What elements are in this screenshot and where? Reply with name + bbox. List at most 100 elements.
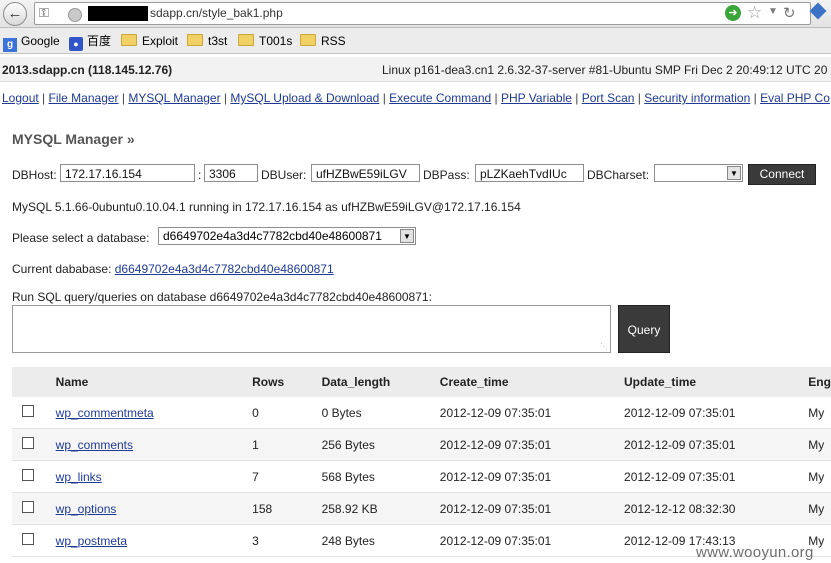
sql-query-label: Run SQL query/queries on database d66497… — [12, 290, 432, 304]
menu-port-scan[interactable]: Port Scan — [582, 91, 635, 105]
main-menu: Logout | File Manager | MYSQL Manager | … — [2, 91, 830, 105]
bookmark-baidu[interactable]: ● 百度 — [69, 33, 111, 51]
dbcharset-select[interactable]: ▼ — [654, 164, 743, 182]
baidu-paw-icon: ● — [69, 37, 83, 51]
create-time: 2012-12-09 07:35:01 — [439, 492, 625, 525]
star-icon[interactable]: ☆ — [747, 3, 762, 23]
port-input[interactable]: 3306 — [204, 164, 258, 182]
resize-grip-icon[interactable]: ⋱ — [600, 342, 608, 351]
engine: My — [808, 492, 831, 525]
table-header-row: Name Rows Data_length Create_time Update… — [12, 367, 831, 397]
extension-icon[interactable] — [809, 2, 827, 20]
select-database-label: Please select a database: — [12, 231, 150, 245]
row-checkbox[interactable] — [22, 405, 34, 417]
port-separator: : — [198, 168, 202, 182]
table-name-link[interactable]: wp_comments — [56, 438, 133, 452]
engine: My — [808, 397, 831, 429]
dbuser-label: DBUser: — [261, 168, 307, 182]
engine: My — [808, 428, 831, 461]
bookmarks-bar: g Google ● 百度 Exploit t3st T001s RSS — [0, 28, 831, 54]
menu-mysql-manager[interactable]: MYSQL Manager — [128, 91, 220, 105]
column-header-update-time[interactable]: Update_time — [624, 367, 809, 397]
menu-eval-php[interactable]: Eval PHP Co — [760, 91, 830, 105]
table-name-link[interactable]: wp_options — [56, 502, 117, 516]
bookmark-exploit[interactable]: Exploit — [121, 33, 178, 49]
table-name-link[interactable]: wp_links — [56, 470, 102, 484]
dbpass-input[interactable]: pLZKaehTvdIUc — [475, 164, 584, 182]
reload-icon[interactable]: ↻ — [783, 4, 796, 22]
folder-icon — [300, 34, 316, 46]
column-header-create-time[interactable]: Create_time — [439, 367, 625, 397]
chevron-down-icon[interactable]: ▼ — [768, 6, 778, 17]
key-icon: ⚿ — [39, 5, 49, 20]
table-name-link[interactable]: wp_commentmeta — [56, 406, 154, 420]
bookmark-t001s[interactable]: T001s — [238, 33, 292, 49]
row-count: 3 — [252, 524, 322, 557]
table-row: wp_links 7 568 Bytes 2012-12-09 07:35:01… — [12, 460, 831, 493]
menu-mysql-upload-download[interactable]: MySQL Upload & Download — [230, 91, 379, 105]
column-header-name[interactable]: Name — [55, 367, 253, 397]
chevron-down-icon: ▼ — [727, 166, 741, 180]
row-checkbox[interactable] — [22, 437, 34, 449]
sql-query-textarea[interactable]: ⋱ — [12, 305, 611, 353]
menu-execute-command[interactable]: Execute Command — [389, 91, 491, 105]
row-count: 7 — [252, 460, 322, 493]
update-time: 2012-12-09 07:35:01 — [624, 397, 809, 429]
data-length: 258.92 KB — [321, 492, 440, 525]
go-arrow-icon[interactable]: ➜ — [725, 5, 741, 21]
dbhost-input[interactable]: 172.17.16.154 — [60, 164, 195, 182]
bookmark-t3st[interactable]: t3st — [187, 33, 227, 49]
query-button[interactable]: Query — [618, 305, 670, 353]
folder-icon — [187, 34, 203, 46]
engine: My — [808, 460, 831, 493]
dbcharset-label: DBCharset: — [587, 168, 650, 182]
data-length: 256 Bytes — [321, 428, 440, 461]
redacted-block — [88, 6, 148, 21]
update-time: 2012-12-09 07:35:01 — [624, 460, 809, 493]
back-arrow-icon[interactable]: ← — [3, 2, 27, 26]
dbuser-input[interactable]: ufHZBwE59iLGV — [311, 164, 420, 182]
row-checkbox[interactable] — [22, 469, 34, 481]
menu-php-variable[interactable]: PHP Variable — [501, 91, 572, 105]
column-header-data-length[interactable]: Data_length — [321, 367, 440, 397]
tables-list: Name Rows Data_length Create_time Update… — [12, 367, 831, 557]
folder-icon — [238, 34, 254, 46]
create-time: 2012-12-09 07:35:01 — [439, 428, 625, 461]
current-database-label: Current dababase: d6649702e4a3d4c7782cbd… — [12, 262, 334, 276]
update-time: 2012-12-12 08:32:30 — [624, 492, 809, 525]
table-name-link[interactable]: wp_postmeta — [56, 534, 127, 548]
column-header-rows[interactable]: Rows — [252, 367, 322, 397]
row-checkbox[interactable] — [22, 501, 34, 513]
menu-logout[interactable]: Logout — [2, 91, 39, 105]
system-info: Linux p161-dea3.cn1 2.6.32-37-server #81… — [382, 63, 828, 77]
chevron-down-icon: ▼ — [400, 229, 414, 243]
checkbox-column-header — [12, 367, 56, 397]
create-time: 2012-12-09 07:35:01 — [439, 460, 625, 493]
google-icon: g — [3, 38, 17, 52]
current-database-link[interactable]: d6649702e4a3d4c7782cbd40e48600871 — [115, 262, 334, 276]
table-row: wp_comments 1 256 Bytes 2012-12-09 07:35… — [12, 428, 831, 461]
page-title: MYSQL Manager » — [12, 131, 135, 147]
menu-security-information[interactable]: Security information — [644, 91, 750, 105]
column-header-engine[interactable]: Eng — [808, 367, 831, 397]
browser-toolbar: ← ⚿ sdapp.cn/style_bak1.php ➜ ☆ ▼ ↻ — [0, 0, 831, 28]
data-length: 0 Bytes — [321, 397, 440, 429]
row-checkbox[interactable] — [22, 533, 34, 545]
data-length: 248 Bytes — [321, 524, 440, 557]
connect-button[interactable]: Connect — [748, 164, 816, 185]
server-info-bar: 2013.sdapp.cn (118.145.12.76) Linux p161… — [0, 57, 831, 82]
url-text[interactable]: sdapp.cn/style_bak1.php — [150, 6, 283, 20]
row-count: 1 — [252, 428, 322, 461]
menu-file-manager[interactable]: File Manager — [49, 91, 119, 105]
database-select[interactable]: d6649702e4a3d4c7782cbd40e48600871 ▼ — [158, 227, 416, 245]
bookmark-rss[interactable]: RSS — [300, 33, 346, 49]
connection-status: MySQL 5.1.66-0ubuntu0.10.04.1 running in… — [12, 200, 521, 214]
data-length: 568 Bytes — [321, 460, 440, 493]
dbpass-label: DBPass: — [423, 168, 470, 182]
watermark: www.wooyun.org — [696, 544, 814, 561]
address-bar[interactable]: ⚿ sdapp.cn/style_bak1.php ➜ ☆ ▼ ↻ — [34, 2, 811, 25]
hostname: 2013.sdapp.cn (118.145.12.76) — [2, 63, 173, 77]
row-count: 0 — [252, 397, 322, 429]
row-count: 158 — [252, 492, 322, 525]
bookmark-google[interactable]: g Google — [3, 33, 60, 52]
